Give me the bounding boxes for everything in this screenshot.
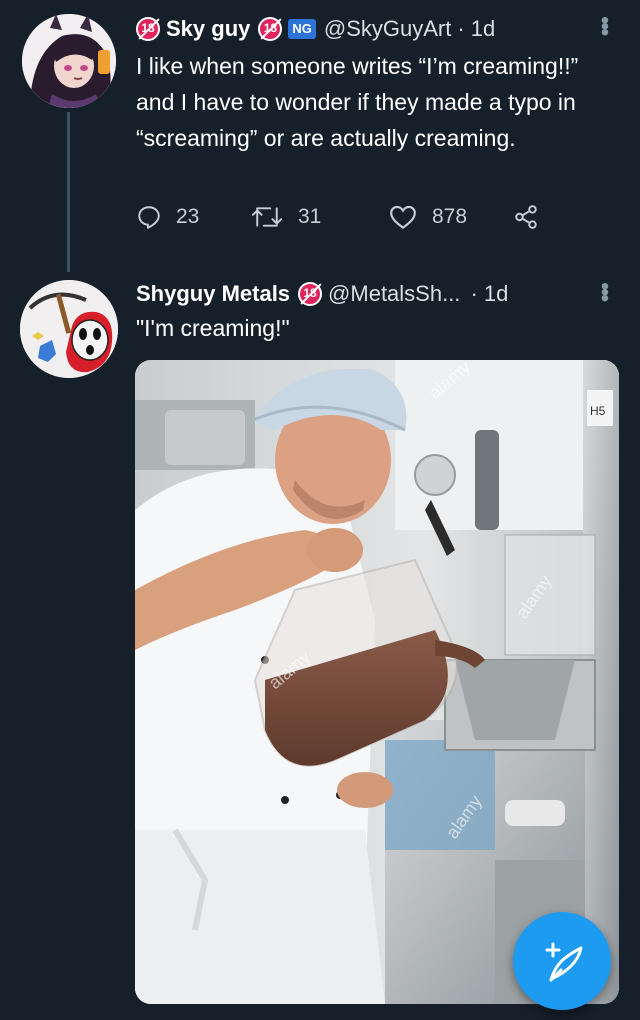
tweet-time[interactable]: · 1d xyxy=(470,281,508,307)
compose-tweet-button[interactable] xyxy=(513,912,611,1010)
nsfw-badge-icon: 18 xyxy=(258,17,283,41)
like-count: 878 xyxy=(432,205,468,228)
tweet-header: Shyguy Metals 18 @MetalsSh... · 1d xyxy=(136,281,508,307)
nsfw-badge-icon: 18 xyxy=(298,282,323,306)
avatar-shyguy-metals[interactable] xyxy=(20,280,118,378)
more-icon[interactable]: • • • xyxy=(598,9,612,45)
share-icon xyxy=(515,205,537,229)
equipment-label: H5 xyxy=(590,404,606,418)
like-icon xyxy=(390,205,416,229)
user-handle[interactable]: @MetalsSh... xyxy=(328,281,460,307)
retweet-button[interactable]: 31 xyxy=(250,204,321,230)
reply-icon xyxy=(138,206,160,229)
display-name[interactable]: Sky guy xyxy=(166,16,250,42)
tweet-header: 18 Sky guy 18 NG @SkyGuyArt · 1d xyxy=(136,16,495,42)
tweet-text: I like when someone writes “I’m creaming… xyxy=(136,53,579,151)
tweet-text: "I'm creaming!" xyxy=(136,315,290,341)
display-name[interactable]: Shyguy Metals xyxy=(136,281,290,307)
reply-button[interactable]: 23 xyxy=(136,204,199,230)
retweet-count: 31 xyxy=(298,205,322,228)
ng-badge: NG xyxy=(288,19,316,39)
more-icon[interactable]: • • • xyxy=(598,275,612,311)
share-button[interactable] xyxy=(512,204,554,230)
tweet-media-image[interactable]: alamy alamy alamy alamy H5 xyxy=(135,360,619,1004)
tweet-time[interactable]: · 1d xyxy=(457,16,495,42)
user-handle[interactable]: @SkyGuyArt xyxy=(324,16,451,42)
like-button[interactable]: 878 xyxy=(388,204,467,230)
reply-count: 23 xyxy=(176,205,200,228)
nsfw-badge-icon: 18 xyxy=(136,17,160,41)
compose-icon xyxy=(545,942,583,982)
thread-connector xyxy=(67,112,70,272)
tweet-actions: 23 31 878 xyxy=(136,204,556,240)
retweet-icon xyxy=(251,207,283,227)
avatar-sky-guy[interactable] xyxy=(22,14,116,108)
